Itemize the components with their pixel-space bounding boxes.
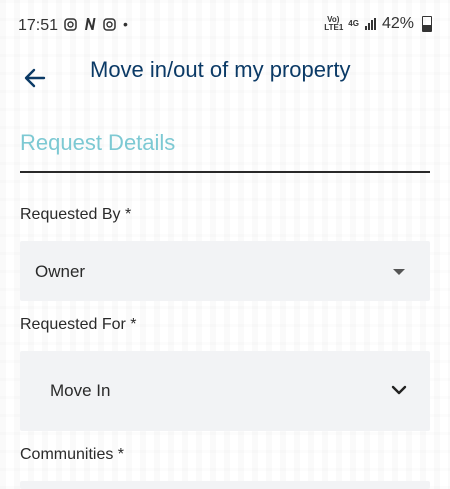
requested-for-dropdown[interactable]: Move In <box>20 351 430 431</box>
requested-by-value: Owner <box>35 262 86 281</box>
signal-icon <box>364 18 376 30</box>
volte-label: Vo) LTE1 <box>324 15 344 32</box>
status-bar: 17:51 • Vo) LTE1 4G 42% <box>0 0 450 52</box>
dropdown-caret-icon <box>393 269 405 275</box>
section-divider <box>20 171 430 173</box>
chevron-down-icon <box>391 385 407 395</box>
arrow-left-icon <box>24 68 46 88</box>
notification-icons: • <box>64 16 128 32</box>
page-title: Move in/out of my property <box>90 57 351 82</box>
n-app-icon <box>85 18 96 30</box>
requested-for-label: Requested For * <box>20 316 137 333</box>
communities-label: Communities * <box>20 446 125 463</box>
instagram-icon <box>103 17 116 31</box>
requested-by-label: Requested By * <box>20 206 132 223</box>
battery-percent: 42% <box>381 15 414 32</box>
back-button[interactable] <box>20 58 50 88</box>
requested-for-value: Move In <box>50 381 111 400</box>
requested-by-dropdown[interactable]: Owner <box>20 241 430 301</box>
section-title: Request Details <box>20 130 176 155</box>
communities-dropdown[interactable] <box>20 481 430 489</box>
battery-icon <box>422 16 432 32</box>
instagram-icon <box>64 17 77 31</box>
status-time: 17:51 <box>18 17 59 34</box>
system-status: Vo) LTE1 4G 42% <box>324 15 432 33</box>
app-bar: Move in/out of my property <box>0 52 450 92</box>
network-label: 4G <box>348 19 359 28</box>
status-dot: • <box>123 16 128 32</box>
